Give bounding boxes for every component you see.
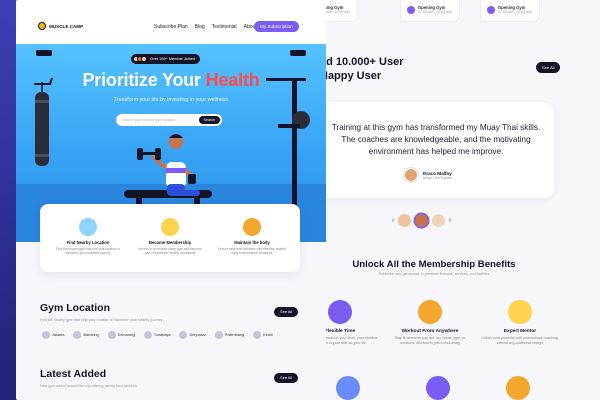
nav-links: Subscribe Plan Blog Testimonial About: [154, 24, 257, 30]
expert-mentor-icon: [508, 300, 532, 324]
gym-location-subtitle: Find the nearby gym that help your locat…: [40, 318, 163, 322]
feature-item: Maintain the body Ensure long-term welln…: [218, 218, 286, 256]
search-button[interactable]: Search: [198, 116, 220, 124]
city-chip[interactable]: Denpasar: [179, 331, 206, 339]
hero-subtitle: Transform your life by investing in your…: [113, 97, 229, 103]
city-name: Palembang: [224, 333, 245, 337]
city-icon: [42, 331, 50, 339]
testimonial-section-title: ed 10.000+ User Happy User: [320, 55, 403, 83]
testimonial-author: Draco Malfoy Muay Thai Fighter: [404, 168, 452, 182]
title-line: Happy User: [320, 70, 382, 82]
member-avatars: [133, 56, 147, 62]
city-chip[interactable]: Kediri: [253, 331, 273, 339]
city-icon: [107, 331, 116, 339]
see-all-locations-button[interactable]: See All: [274, 307, 298, 317]
feature-item: Find Nearby Location Find the nearby gym…: [54, 218, 122, 256]
chevron-right-icon[interactable]: ›: [449, 218, 451, 224]
my-subscription-button[interactable]: My Subscription: [254, 21, 299, 32]
feature-title: Maintain the body: [234, 240, 270, 245]
search-input[interactable]: Search your nearest gym location: [122, 118, 176, 122]
feature-desc: Ensure long-term wellness with effective…: [218, 247, 286, 256]
feature-desc: Access to all muscle camp gym and become…: [138, 247, 202, 256]
latest-added-subtitle: New gym added around the city offering v…: [40, 384, 137, 388]
city-list: Jakarta Bandung Semarang Surabaya Denpas…: [42, 331, 273, 339]
top-navbar: MUSCLE CAMP Subscribe Plan Blog Testimon…: [16, 0, 326, 44]
badge-text: Over 180+ Member Joined: [150, 57, 196, 61]
body-icon: [243, 218, 261, 236]
city-name: Jakarta: [52, 333, 65, 337]
opening-card: Opening Gym 07.00 AM - 12.00 AM: [480, 0, 540, 22]
city-chip[interactable]: Semarang: [107, 331, 136, 339]
testimonial-carousel: ‹ ›: [392, 214, 451, 227]
carousel-avatar[interactable]: [398, 214, 411, 227]
feature-title: Find Nearby Location: [66, 240, 110, 245]
chevron-left-icon[interactable]: ‹: [392, 218, 394, 224]
punching-bag-icon: [34, 77, 53, 166]
benefit-item: Expert Mentor Unlock your potential with…: [480, 300, 560, 346]
feature-desc: Find the nearby gym that ride your locat…: [56, 247, 120, 256]
map-pin-icon: [79, 218, 97, 236]
city-chip[interactable]: Surabaya: [144, 331, 170, 339]
benefit-desc: Unlock your potential with professional …: [481, 336, 559, 345]
latest-added-title: Latest Added: [40, 368, 107, 380]
gym-location-title: Gym Location: [40, 302, 111, 314]
feature-title: Become Membership: [148, 240, 192, 245]
workout-anywhere-icon: [418, 300, 442, 324]
carousel-avatar[interactable]: [432, 214, 445, 227]
hero-title: Prioritize Your Health: [16, 70, 326, 91]
author-avatar: [404, 168, 418, 182]
see-all-latest-button[interactable]: See All: [274, 373, 298, 383]
members-joined-badge: Over 180+ Member Joined: [131, 54, 201, 64]
opening-card: Opening Gym 07.00 AM - 12.00 AM: [400, 0, 460, 22]
city-name: Bandung: [83, 333, 99, 337]
city-name: Denpasar: [189, 333, 206, 337]
logo-icon: [38, 22, 46, 30]
city-icon: [73, 331, 82, 339]
athlete-illustration: [137, 134, 200, 196]
search-bar[interactable]: Search your nearest gym location Search: [116, 114, 222, 126]
feature-item: Become Membership Access to all muscle c…: [136, 218, 204, 256]
brand-logo[interactable]: MUSCLE CAMP: [38, 22, 83, 30]
testimonial-quote: Training at this gym has transformed my …: [331, 123, 541, 156]
city-chip[interactable]: Bandung: [73, 331, 99, 339]
city-name: Kediri: [263, 333, 273, 337]
trophy-icon: [506, 376, 530, 400]
nav-link-blog[interactable]: Blog: [195, 24, 205, 30]
testimonial-card: Training at this gym has transformed my …: [318, 102, 554, 198]
title-line: ed 10.000+ User: [320, 56, 404, 68]
avatar: [141, 56, 147, 62]
hero-title-main: Prioritize Your: [82, 70, 206, 90]
author-name: Draco Malfoy: [423, 170, 452, 176]
see-all-testimonials-button[interactable]: See All: [536, 62, 561, 73]
city-chip[interactable]: Palembang: [214, 331, 245, 339]
benefit-item: Workout From Anywhere Stay fit wherever …: [390, 300, 470, 346]
city-icon: [214, 331, 223, 339]
opening-time: 07.00 AM - 12.00 AM: [418, 10, 452, 14]
benefit-title: Workout From Anywhere: [401, 329, 459, 334]
features-card: Find Nearby Location Find the nearby gym…: [40, 204, 300, 272]
flexible-time-icon: [328, 300, 352, 324]
carousel-avatar-active[interactable]: [415, 214, 428, 227]
author-role: Muay Thai Fighter: [423, 175, 452, 180]
hero-title-accent: Health: [205, 70, 260, 90]
home-page-preview: MUSCLE CAMP Subscribe Plan Blog Testimon…: [16, 0, 326, 400]
calendar-icon: [336, 376, 360, 400]
brand-name: MUSCLE CAMP: [49, 23, 84, 29]
benefit-desc: Stay fit wherever you are: our home, gym…: [394, 336, 466, 345]
city-icon: [144, 331, 153, 339]
city-chip[interactable]: Jakarta: [42, 331, 64, 339]
community-icon: [426, 376, 450, 400]
city-name: Surabaya: [154, 333, 171, 337]
city-icon: [179, 331, 188, 339]
nav-link-subscribe-plan[interactable]: Subscribe Plan: [154, 24, 188, 30]
benefit-title: Expert Mentor: [503, 329, 537, 334]
city-icon: [253, 331, 262, 339]
opening-time: 07.00 AM - 12.00 AM: [498, 10, 532, 14]
membership-icon: [161, 218, 179, 236]
clock-icon: [407, 5, 415, 14]
city-name: Semarang: [117, 333, 136, 337]
nav-link-testimonial[interactable]: Testimonial: [212, 24, 237, 30]
clock-icon: [487, 5, 495, 14]
